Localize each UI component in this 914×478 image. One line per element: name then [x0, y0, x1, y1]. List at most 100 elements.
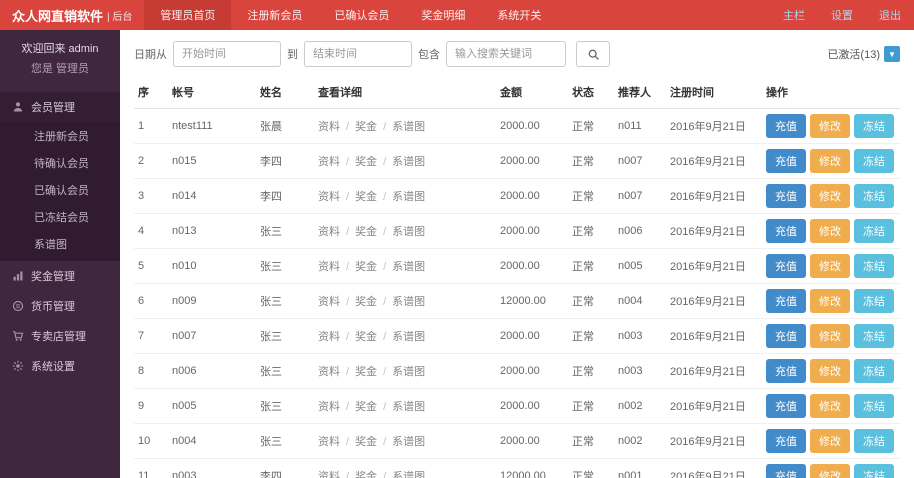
cell-detail: 资料/奖金/系谱图 [314, 424, 496, 459]
recharge-button[interactable]: 充值 [766, 114, 806, 138]
detail-link[interactable]: 系谱图 [392, 121, 425, 133]
freeze-button[interactable]: 冻结 [854, 289, 894, 313]
status-text: 正常 [568, 459, 614, 478]
topbar-nav-item[interactable]: 奖金明细 [405, 0, 481, 30]
detail-link[interactable]: 系谱图 [392, 366, 425, 378]
freeze-button[interactable]: 冻结 [854, 114, 894, 138]
sidebar-section-0[interactable]: 会员管理 [0, 92, 120, 122]
detail-link[interactable]: 奖金 [355, 436, 377, 448]
edit-button[interactable]: 修改 [810, 254, 850, 278]
detail-link[interactable]: 资料 [318, 156, 340, 168]
date-to-input[interactable] [304, 41, 412, 67]
edit-button[interactable]: 修改 [810, 149, 850, 173]
detail-link[interactable]: 奖金 [355, 226, 377, 238]
detail-link[interactable]: 奖金 [355, 121, 377, 133]
detail-link[interactable]: 奖金 [355, 156, 377, 168]
keyword-input[interactable] [446, 41, 566, 67]
sidebar-section-label: 会员管理 [31, 99, 75, 115]
sidebar-item[interactable]: 注册新会员 [0, 124, 120, 151]
freeze-button[interactable]: 冻结 [854, 219, 894, 243]
freeze-button[interactable]: 冻结 [854, 254, 894, 278]
freeze-button[interactable]: 冻结 [854, 149, 894, 173]
topbar-nav-item[interactable]: 系统开关 [481, 0, 557, 30]
edit-button[interactable]: 修改 [810, 464, 850, 478]
freeze-button[interactable]: 冻结 [854, 184, 894, 208]
detail-link[interactable]: 资料 [318, 296, 340, 308]
sidebar-item[interactable]: 已确认会员 [0, 178, 120, 205]
detail-link[interactable]: 系谱图 [392, 296, 425, 308]
topbar-nav-item[interactable]: 管理员首页 [144, 0, 231, 30]
detail-link[interactable]: 奖金 [355, 401, 377, 413]
topbar-right-item[interactable]: 设置 [818, 0, 866, 30]
date-from-label: 日期从 [134, 46, 167, 62]
detail-link[interactable]: 资料 [318, 226, 340, 238]
detail-link[interactable]: 系谱图 [392, 401, 425, 413]
date-from-input[interactable] [173, 41, 281, 67]
recharge-button[interactable]: 充值 [766, 219, 806, 243]
detail-link[interactable]: 资料 [318, 366, 340, 378]
recharge-button[interactable]: 充值 [766, 254, 806, 278]
detail-link[interactable]: 系谱图 [392, 436, 425, 448]
detail-link[interactable]: 资料 [318, 121, 340, 133]
status-filter-select[interactable]: 已激活(13) ▼ [827, 46, 900, 62]
cell-name: 张三 [256, 389, 314, 424]
detail-link[interactable]: 系谱图 [392, 191, 425, 203]
sidebar-section-3[interactable]: 专卖店管理 [0, 321, 120, 351]
cell-reg-date: 2016年9月21日 [666, 214, 762, 249]
edit-button[interactable]: 修改 [810, 289, 850, 313]
sidebar-section-1[interactable]: 奖金管理 [0, 261, 120, 291]
freeze-button[interactable]: 冻结 [854, 324, 894, 348]
edit-button[interactable]: 修改 [810, 114, 850, 138]
recharge-button[interactable]: 充值 [766, 289, 806, 313]
topbar-nav-item[interactable]: 注册新会员 [231, 0, 318, 30]
edit-button[interactable]: 修改 [810, 324, 850, 348]
detail-link[interactable]: 资料 [318, 331, 340, 343]
detail-link[interactable]: 奖金 [355, 296, 377, 308]
freeze-button[interactable]: 冻结 [854, 394, 894, 418]
freeze-button[interactable]: 冻结 [854, 359, 894, 383]
detail-separator: / [346, 156, 349, 168]
freeze-button[interactable]: 冻结 [854, 464, 894, 478]
cell-reg-date: 2016年9月21日 [666, 389, 762, 424]
edit-button[interactable]: 修改 [810, 184, 850, 208]
edit-button[interactable]: 修改 [810, 429, 850, 453]
recharge-button[interactable]: 充值 [766, 184, 806, 208]
topbar-right-item[interactable]: 退出 [866, 0, 914, 30]
sidebar-item[interactable]: 待确认会员 [0, 151, 120, 178]
detail-link[interactable]: 系谱图 [392, 331, 425, 343]
cell-no: 2 [134, 144, 168, 179]
topbar-right-item[interactable]: 主栏 [770, 0, 818, 30]
detail-link[interactable]: 奖金 [355, 471, 377, 478]
detail-link[interactable]: 系谱图 [392, 471, 425, 478]
recharge-button[interactable]: 充值 [766, 324, 806, 348]
detail-link[interactable]: 资料 [318, 261, 340, 273]
freeze-button[interactable]: 冻结 [854, 429, 894, 453]
table-header-row: 序帐号姓名查看详细金额状态推荐人注册时间操作 [134, 76, 900, 109]
detail-link[interactable]: 奖金 [355, 366, 377, 378]
sidebar-section-4[interactable]: 系统设置 [0, 351, 120, 381]
recharge-button[interactable]: 充值 [766, 429, 806, 453]
detail-link[interactable]: 系谱图 [392, 261, 425, 273]
sidebar-section-2[interactable]: 货币管理 [0, 291, 120, 321]
sidebar-item[interactable]: 已冻结会员 [0, 205, 120, 232]
detail-link[interactable]: 资料 [318, 471, 340, 478]
edit-button[interactable]: 修改 [810, 219, 850, 243]
sidebar-item[interactable]: 系谱图 [0, 232, 120, 259]
recharge-button[interactable]: 充值 [766, 394, 806, 418]
detail-link[interactable]: 系谱图 [392, 226, 425, 238]
detail-link[interactable]: 资料 [318, 401, 340, 413]
detail-link[interactable]: 奖金 [355, 191, 377, 203]
detail-link[interactable]: 资料 [318, 191, 340, 203]
detail-link[interactable]: 奖金 [355, 331, 377, 343]
detail-link[interactable]: 奖金 [355, 261, 377, 273]
edit-button[interactable]: 修改 [810, 394, 850, 418]
cell-actions: 充值修改冻结 [762, 109, 900, 144]
search-button[interactable] [576, 41, 610, 67]
topbar-nav-item[interactable]: 已确认会员 [318, 0, 405, 30]
recharge-button[interactable]: 充值 [766, 359, 806, 383]
recharge-button[interactable]: 充值 [766, 464, 806, 478]
recharge-button[interactable]: 充值 [766, 149, 806, 173]
detail-link[interactable]: 资料 [318, 436, 340, 448]
edit-button[interactable]: 修改 [810, 359, 850, 383]
detail-link[interactable]: 系谱图 [392, 156, 425, 168]
